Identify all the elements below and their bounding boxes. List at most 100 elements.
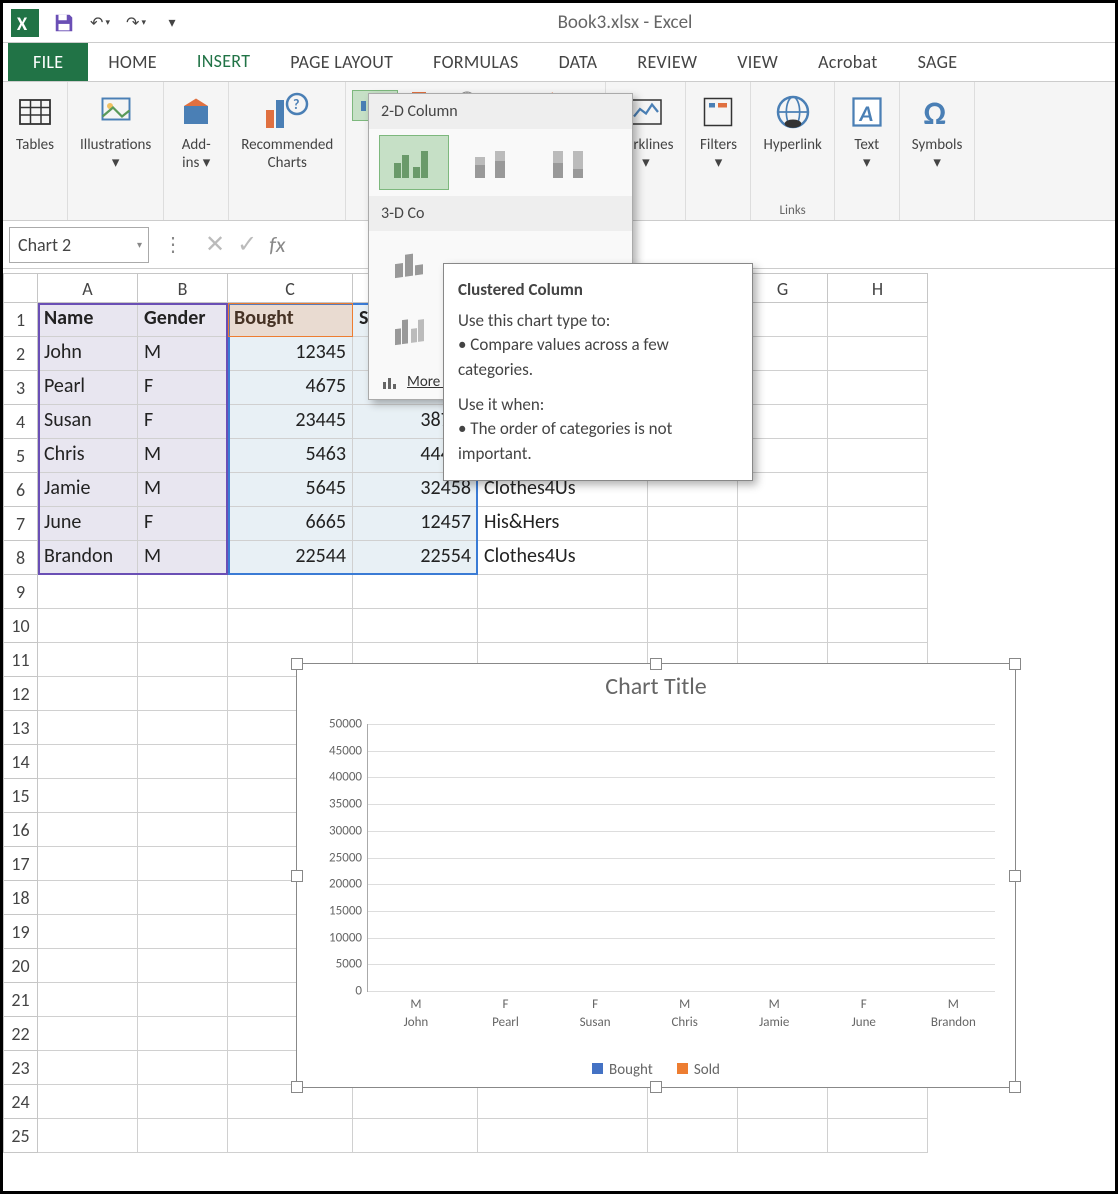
cell[interactable]: [138, 1017, 228, 1051]
cell[interactable]: Jamie: [38, 473, 138, 507]
cell[interactable]: Chris: [38, 439, 138, 473]
cell[interactable]: Bought: [228, 303, 353, 337]
cell[interactable]: [478, 1085, 648, 1119]
cell[interactable]: [648, 507, 738, 541]
cell[interactable]: [353, 1119, 478, 1153]
cell[interactable]: [38, 745, 138, 779]
cell[interactable]: Clothes4Us: [478, 541, 648, 575]
row-header[interactable]: 16: [3, 813, 38, 847]
cell[interactable]: [138, 881, 228, 915]
row-header[interactable]: 22: [3, 1017, 38, 1051]
column-header[interactable]: B: [138, 273, 228, 303]
qat-customize-icon[interactable]: ▾: [161, 12, 183, 34]
cell[interactable]: [38, 949, 138, 983]
cell[interactable]: [353, 1085, 478, 1119]
cell[interactable]: [738, 507, 828, 541]
recommended-charts-button[interactable]: ? Recommended Charts: [235, 88, 339, 176]
tab-data[interactable]: DATA: [539, 43, 618, 81]
cell[interactable]: [738, 1085, 828, 1119]
cell[interactable]: [478, 609, 648, 643]
cell[interactable]: [38, 915, 138, 949]
cell[interactable]: M: [138, 473, 228, 507]
cell[interactable]: [38, 609, 138, 643]
cell[interactable]: [138, 813, 228, 847]
row-header[interactable]: 14: [3, 745, 38, 779]
cell[interactable]: 22544: [228, 541, 353, 575]
chart-legend[interactable]: Bought Sold: [297, 1061, 1015, 1079]
cell[interactable]: F: [138, 405, 228, 439]
row-header[interactable]: 7: [3, 507, 38, 541]
row-header[interactable]: 9: [3, 575, 38, 609]
cell[interactable]: [828, 439, 928, 473]
cell[interactable]: [648, 1119, 738, 1153]
cell[interactable]: [38, 813, 138, 847]
row-header[interactable]: 25: [3, 1119, 38, 1153]
cell[interactable]: [648, 609, 738, 643]
cell[interactable]: [138, 609, 228, 643]
cell[interactable]: [138, 1051, 228, 1085]
symbols-button[interactable]: Ω Symbols▾: [906, 88, 969, 176]
cell[interactable]: 5645: [228, 473, 353, 507]
stacked-column-option[interactable]: [457, 135, 527, 190]
cell[interactable]: 6665: [228, 507, 353, 541]
row-header[interactable]: 12: [3, 677, 38, 711]
row-header[interactable]: 13: [3, 711, 38, 745]
cell[interactable]: [38, 1017, 138, 1051]
cell[interactable]: [648, 541, 738, 575]
cell[interactable]: [228, 1119, 353, 1153]
cell[interactable]: [138, 779, 228, 813]
cell[interactable]: [138, 983, 228, 1017]
tab-formulas[interactable]: FORMULAS: [413, 43, 538, 81]
row-header[interactable]: 24: [3, 1085, 38, 1119]
cell[interactable]: [38, 575, 138, 609]
3d-clustered-option[interactable]: [379, 237, 449, 292]
hyperlink-button[interactable]: Hyperlink: [757, 88, 827, 158]
cell[interactable]: [138, 745, 228, 779]
cell[interactable]: F: [138, 371, 228, 405]
cell[interactable]: [38, 881, 138, 915]
cell[interactable]: [228, 575, 353, 609]
fx-icon[interactable]: fx: [269, 231, 285, 258]
cell[interactable]: [738, 1119, 828, 1153]
cell[interactable]: [738, 575, 828, 609]
tab-sage[interactable]: SAGE: [898, 43, 978, 81]
cell[interactable]: 5463: [228, 439, 353, 473]
cell[interactable]: [138, 847, 228, 881]
cell[interactable]: [38, 983, 138, 1017]
cell[interactable]: [38, 779, 138, 813]
enter-formula-icon[interactable]: ✓: [237, 230, 257, 259]
cell[interactable]: [353, 609, 478, 643]
name-box[interactable]: Chart 2: [9, 227, 149, 263]
illustrations-button[interactable]: Illustrations▾: [74, 88, 157, 176]
cell[interactable]: M: [138, 541, 228, 575]
row-header[interactable]: 21: [3, 983, 38, 1017]
cell[interactable]: M: [138, 439, 228, 473]
undo-icon[interactable]: ↶▾: [89, 12, 111, 34]
filters-button[interactable]: Filters▾: [692, 88, 744, 176]
cell[interactable]: [138, 1119, 228, 1153]
cell[interactable]: [828, 1119, 928, 1153]
row-header[interactable]: 1: [3, 303, 38, 337]
cell[interactable]: Susan: [38, 405, 138, 439]
tab-review[interactable]: REVIEW: [617, 43, 717, 81]
cell[interactable]: [38, 711, 138, 745]
cell[interactable]: [828, 575, 928, 609]
cell[interactable]: [478, 1119, 648, 1153]
column-header[interactable]: C: [228, 273, 353, 303]
cell[interactable]: John: [38, 337, 138, 371]
row-header[interactable]: 3: [3, 371, 38, 405]
cell[interactable]: [648, 575, 738, 609]
cell[interactable]: [828, 507, 928, 541]
clustered-column-option[interactable]: [379, 135, 449, 190]
cell[interactable]: [38, 1085, 138, 1119]
row-header[interactable]: 11: [3, 643, 38, 677]
cell[interactable]: [828, 303, 928, 337]
row-header[interactable]: 23: [3, 1051, 38, 1085]
cell[interactable]: [478, 575, 648, 609]
row-header[interactable]: 5: [3, 439, 38, 473]
cell[interactable]: [738, 541, 828, 575]
cell[interactable]: [138, 677, 228, 711]
tab-file[interactable]: FILE: [8, 43, 88, 81]
embedded-chart[interactable]: Chart Title 0500010000150002000025000300…: [296, 663, 1016, 1088]
tab-home[interactable]: HOME: [88, 43, 177, 81]
